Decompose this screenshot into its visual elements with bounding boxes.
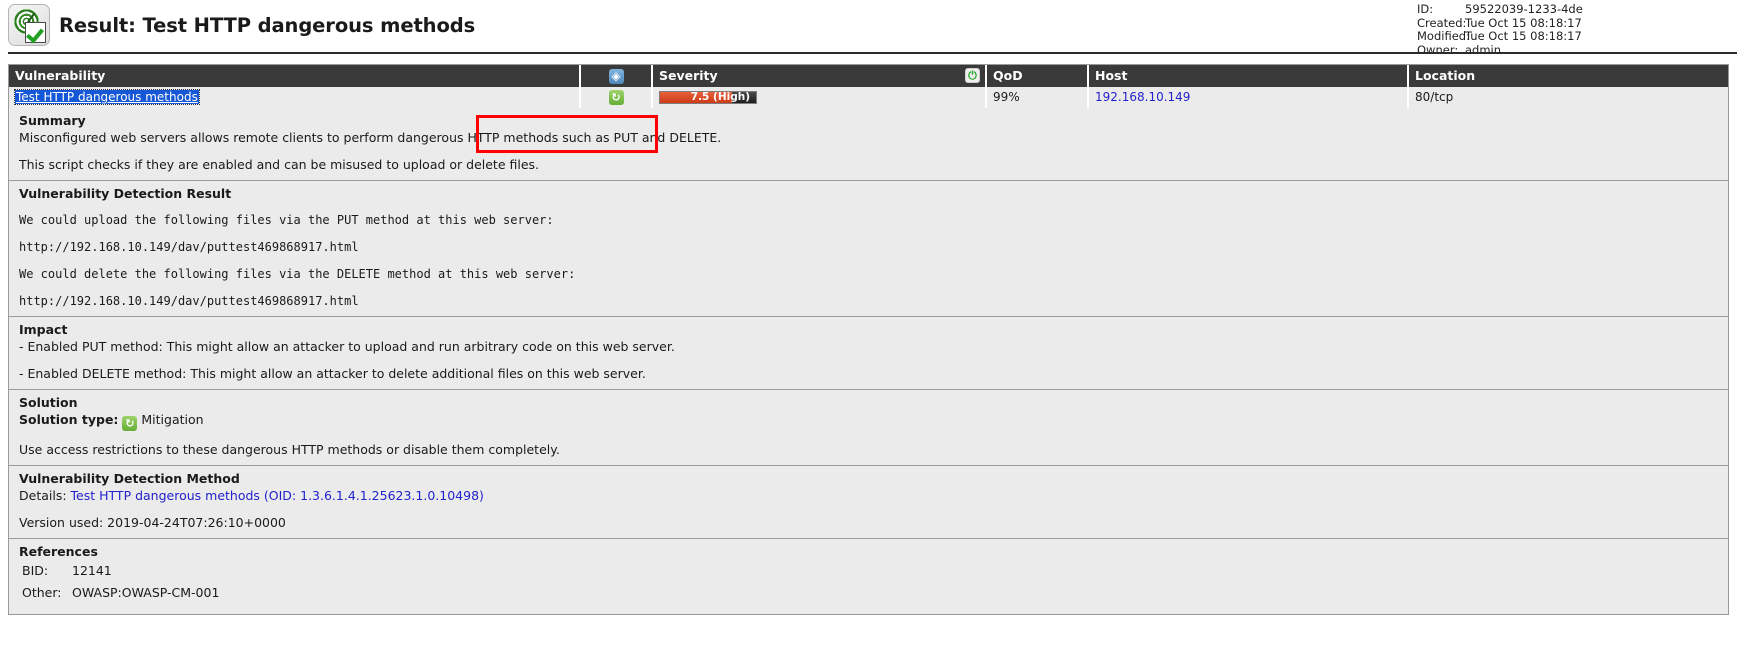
solution-text: Use access restrictions to these dangero…: [19, 442, 560, 457]
impact-panel: Impact - Enabled PUT method: This might …: [8, 317, 1729, 390]
cell-location: 80/tcp: [1415, 90, 1454, 104]
summary-line-2: This script checks if they are enabled a…: [19, 157, 540, 172]
references-panel: References BID: 12141 Other: OWASP:OWASP…: [8, 539, 1729, 615]
solution-type-value: Mitigation: [141, 412, 204, 427]
result-metadata: ID: 59522039-1233-4de Created: Tue Oct 1…: [1417, 3, 1737, 57]
detection-result-heading: Vulnerability Detection Result: [19, 186, 232, 201]
impact-heading: Impact: [19, 322, 68, 337]
solution-panel: Solution Solution type: ↻ Mitigation Use…: [8, 390, 1729, 466]
detection-method-heading: Vulnerability Detection Method: [19, 471, 240, 486]
detection-method-details-label: Details:: [19, 488, 67, 503]
metadata-row-modified: Modified: Tue Oct 15 08:18:17: [1417, 30, 1737, 44]
reference-value: 12141: [72, 563, 112, 578]
reference-key: Other:: [22, 585, 62, 600]
cell-qod: 99%: [987, 87, 1089, 108]
reference-row-bid: BID: 12141: [19, 560, 1718, 582]
metadata-key: Created:: [1417, 15, 1467, 30]
column-header-solution-type[interactable]: ◈: [581, 65, 653, 87]
metadata-value: 59522039-1233-4de: [1465, 3, 1583, 16]
table-header-row: Vulnerability ◈ Severity ⏻ QoD Host Loca…: [9, 65, 1728, 87]
detection-result-line-4: http://192.168.10.149/dav/puttest4698689…: [19, 294, 359, 308]
metadata-value: Tue Oct 15 08:18:17: [1465, 15, 1582, 30]
mitigation-icon: ↻: [608, 90, 624, 105]
metadata-row-created: Created: Tue Oct 15 08:18:17: [1417, 15, 1737, 31]
metadata-key: Owner:: [1417, 42, 1459, 57]
power-icon[interactable]: ⏻: [965, 68, 980, 83]
detection-method-details-line: Details: Test HTTP dangerous methods (OI…: [19, 487, 1718, 504]
metadata-value: Tue Oct 15 08:18:17: [1465, 29, 1582, 44]
cell-vulnerability[interactable]: Test HTTP dangerous methods: [9, 87, 581, 108]
vulnerability-link[interactable]: Test HTTP dangerous methods: [14, 89, 200, 105]
detection-method-details-link[interactable]: Test HTTP dangerous methods (OID: 1.3.6.…: [71, 488, 484, 503]
solution-type-line: Solution type: ↻ Mitigation: [19, 411, 1718, 431]
host-link[interactable]: 192.168.10.149: [1095, 90, 1190, 104]
column-header-qod[interactable]: QoD: [987, 65, 1089, 87]
solution-heading: Solution: [19, 395, 78, 410]
reference-key: BID:: [22, 563, 49, 578]
cell-solution-type: ↻: [581, 87, 653, 108]
column-header-location[interactable]: Location: [1409, 65, 1728, 87]
references-heading: References: [19, 544, 98, 559]
check-icon: [25, 22, 46, 43]
metadata-value: admin: [1465, 42, 1502, 57]
summary-line-1: Misconfigured web servers allows remote …: [19, 130, 722, 145]
table-row: Test HTTP dangerous methods ↻ 7.5 (High)…: [9, 87, 1728, 108]
summary-panel: Summary Misconfigured web servers allows…: [8, 108, 1729, 181]
detection-result-panel: Vulnerability Detection Result We could …: [8, 181, 1729, 317]
detection-result-line-3: We could delete the following files via …: [19, 267, 576, 281]
metadata-key: ID:: [1417, 3, 1434, 16]
detection-method-version: Version used: 2019-04-24T07:26:10+0000: [19, 515, 286, 530]
cell-host[interactable]: 192.168.10.149: [1089, 87, 1409, 108]
reference-row-other: Other: OWASP:OWASP-CM-001: [19, 582, 1718, 604]
metadata-key: Modified:: [1417, 29, 1470, 44]
detection-result-line-2: http://192.168.10.149/dav/puttest4698689…: [19, 240, 359, 254]
page-header: Result: Test HTTP dangerous methods ID: …: [0, 0, 1737, 57]
reference-value: OWASP:OWASP-CM-001: [72, 585, 220, 600]
column-header-severity-label: Severity: [659, 68, 718, 83]
header-divider: [8, 52, 1737, 54]
page-title: Result: Test HTTP dangerous methods: [59, 13, 476, 37]
severity-bar: 7.5 (High): [659, 91, 757, 104]
puzzle-icon: ◈: [608, 68, 624, 84]
detection-method-panel: Vulnerability Detection Method Details: …: [8, 466, 1729, 539]
solution-type-label: Solution type:: [19, 412, 119, 427]
column-header-severity[interactable]: Severity ⏻: [653, 65, 987, 87]
metadata-row-id: ID: 59522039-1233-4de: [1417, 3, 1737, 17]
greenbone-radar-check-icon: [8, 4, 50, 46]
cell-severity: 7.5 (High): [653, 87, 987, 108]
summary-heading: Summary: [19, 113, 86, 128]
metadata-row-owner: Owner: admin: [1417, 42, 1737, 58]
detection-result-line-1: We could upload the following files via …: [19, 213, 554, 227]
mitigation-icon: ↻: [122, 416, 138, 431]
severity-value: 7.5 (High): [690, 91, 750, 103]
column-header-host[interactable]: Host: [1089, 65, 1409, 87]
result-table: Vulnerability ◈ Severity ⏻ QoD Host Loca…: [8, 64, 1729, 108]
impact-line-2: - Enabled DELETE method: This might allo…: [19, 366, 646, 381]
column-header-vulnerability[interactable]: Vulnerability: [9, 65, 581, 87]
impact-line-1: - Enabled PUT method: This might allow a…: [19, 339, 675, 354]
